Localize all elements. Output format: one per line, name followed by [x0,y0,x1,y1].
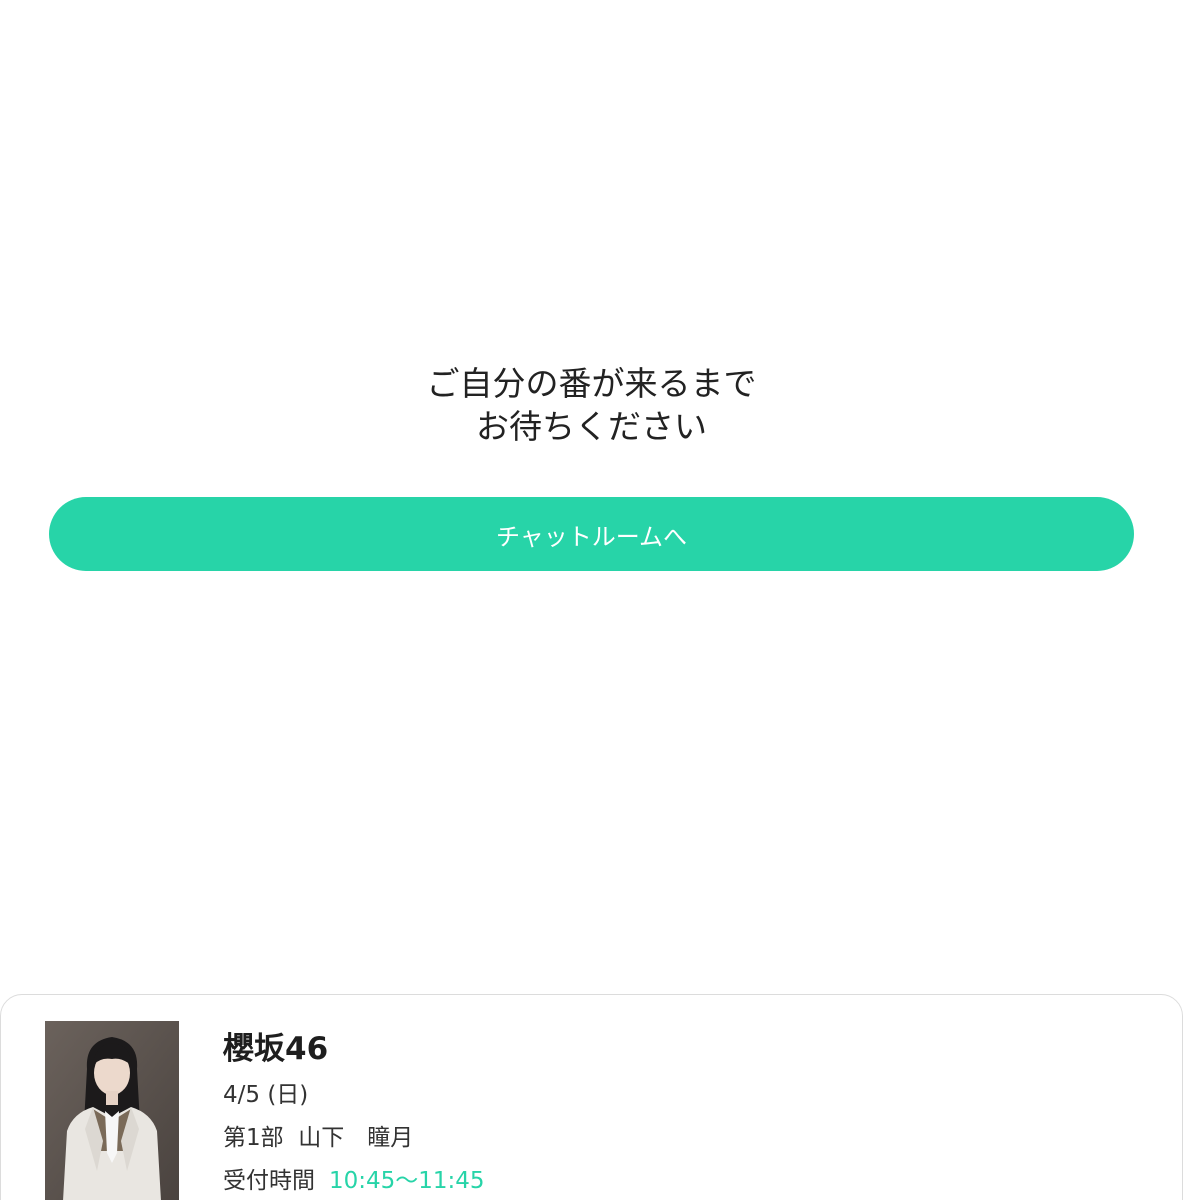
event-date: 4/5 (日) [223,1082,309,1108]
reception-time: 10:45〜11:45 [329,1168,485,1194]
waiting-message: ご自分の番が来るまで お待ちください [0,362,1183,448]
waiting-message-line1: ご自分の番が来るまで [426,364,757,403]
chat-room-button[interactable]: チャットルームへ [49,497,1134,571]
event-info-card: 櫻坂46 4/5 (日) 第1部 山下 瞳月 受付時間 10:45〜11:45 [0,994,1183,1200]
reception-label: 受付時間 [223,1168,315,1194]
reception-row: 受付時間 10:45〜11:45 [223,1161,485,1195]
waiting-screen: ご自分の番が来るまで お待ちください チャットルームへ 櫻坂46 4/5 (日)… [0,0,1183,1200]
session-info: 第1部 山下 瞳月 [223,1125,414,1151]
group-name: 櫻坂46 [223,1031,329,1067]
member-photo [45,1021,179,1200]
member-photo-image [45,1021,179,1200]
waiting-message-line2: お待ちください [476,407,707,446]
